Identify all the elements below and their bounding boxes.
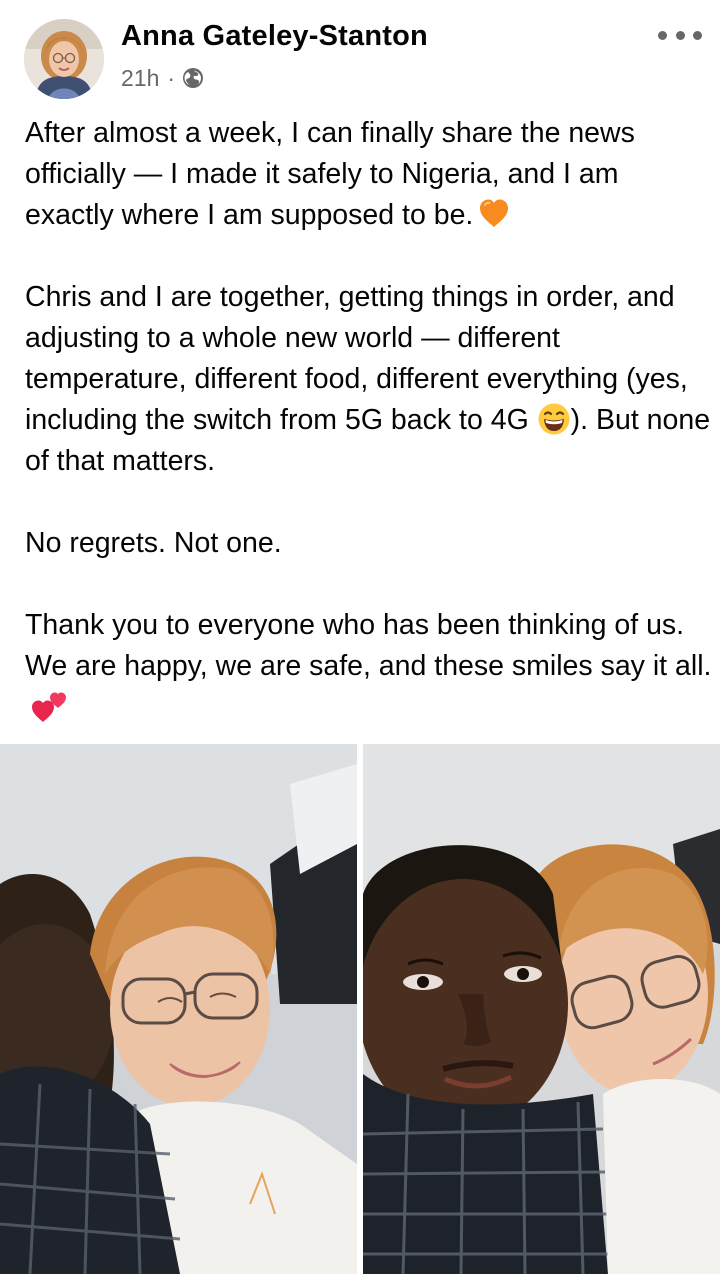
post-meta: 21h · [121,63,204,93]
photo-left[interactable] [0,744,357,1274]
post-body: After almost a week, I can finally share… [25,113,715,728]
more-options-button[interactable] [656,20,704,50]
photo-grid [0,744,720,1274]
post-timestamp[interactable]: 21h [121,65,159,92]
author-avatar[interactable] [24,19,104,99]
globe-icon [183,68,204,88]
meta-separator: · [167,64,176,91]
author-avatar-image [24,19,104,99]
two-hearts-icon [32,692,66,722]
orange-heart-icon [480,199,509,227]
post-paragraph: Thank you to everyone who has been think… [25,605,715,728]
photo-right[interactable] [363,744,720,1274]
photo-right-image [363,744,720,1274]
post-header: Anna Gateley-Stanton 21h · [0,0,720,110]
photo-left-image [0,744,357,1274]
more-options-icon [658,30,667,40]
post-paragraph: Chris and I are together, getting things… [25,281,711,477]
grinning-face-icon [538,403,570,435]
post-paragraph: No regrets. Not one. [25,527,282,559]
author-name[interactable]: Anna Gateley-Stanton [121,20,428,53]
post-paragraph: After almost a week, I can finally share… [25,117,635,231]
